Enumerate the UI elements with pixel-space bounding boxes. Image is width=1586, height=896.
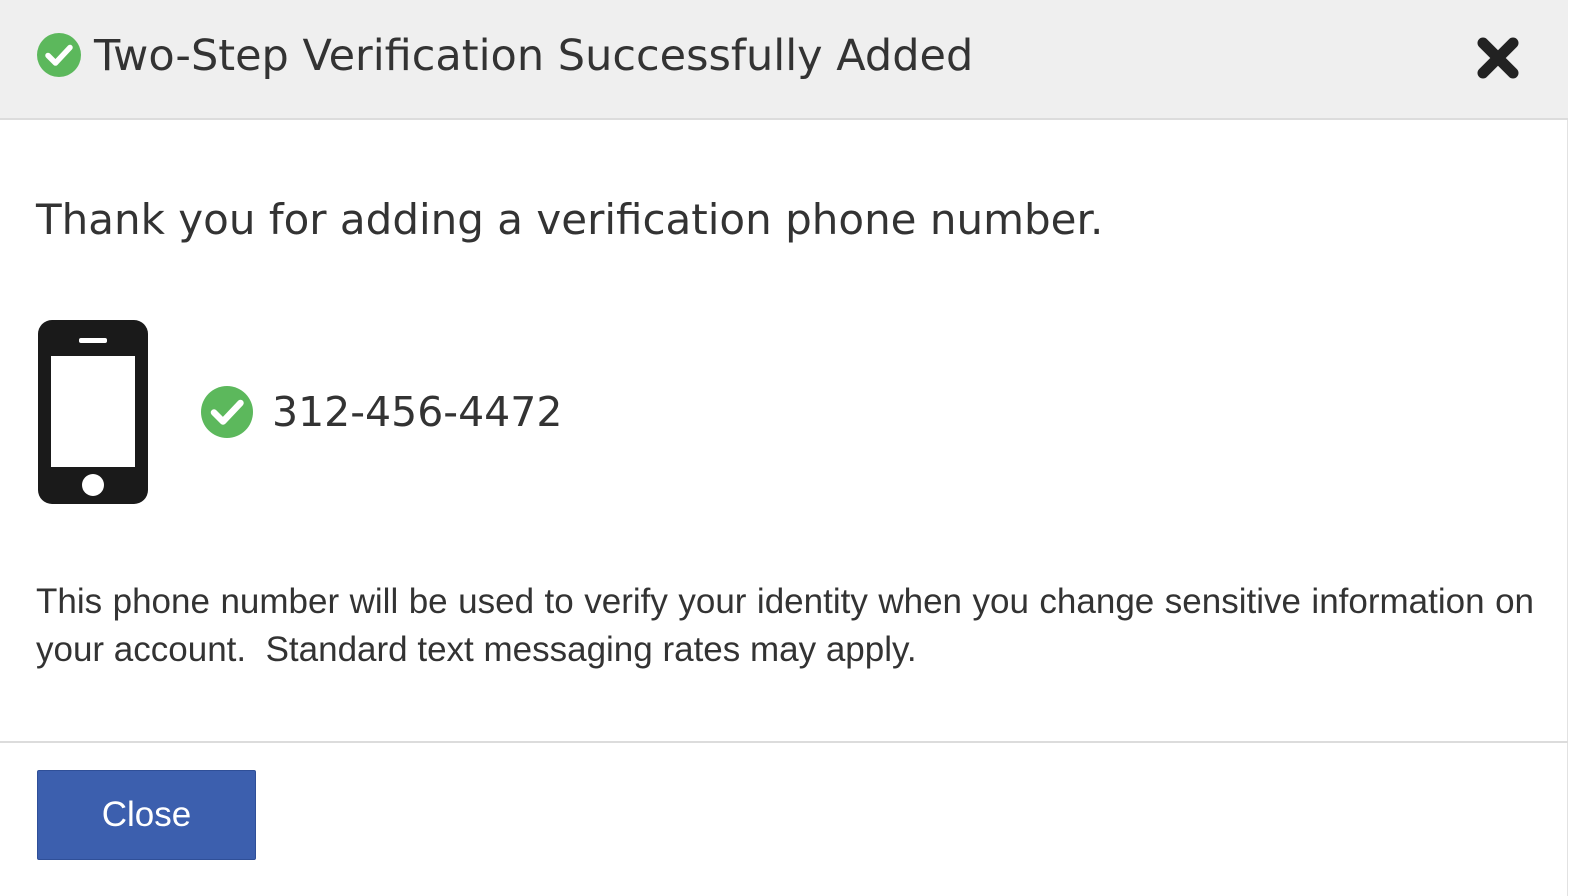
footer-divider: [0, 741, 1568, 743]
info-text: This phone number will be used to verify…: [36, 582, 1544, 669]
verified-check-icon: [201, 386, 253, 438]
smartphone-icon: [38, 320, 148, 504]
verification-success-dialog: Two-Step Verification Successfully Added…: [0, 0, 1568, 896]
close-x-icon[interactable]: [1474, 35, 1522, 81]
close-button[interactable]: Close: [37, 770, 256, 860]
phone-number: 312-456-4472: [272, 388, 563, 436]
check-circle-icon: [37, 33, 81, 77]
thank-you-message: Thank you for adding a verification phon…: [36, 195, 1104, 244]
dialog-title: Two-Step Verification Successfully Added: [94, 31, 974, 81]
dialog-header: Two-Step Verification Successfully Added: [0, 0, 1568, 120]
